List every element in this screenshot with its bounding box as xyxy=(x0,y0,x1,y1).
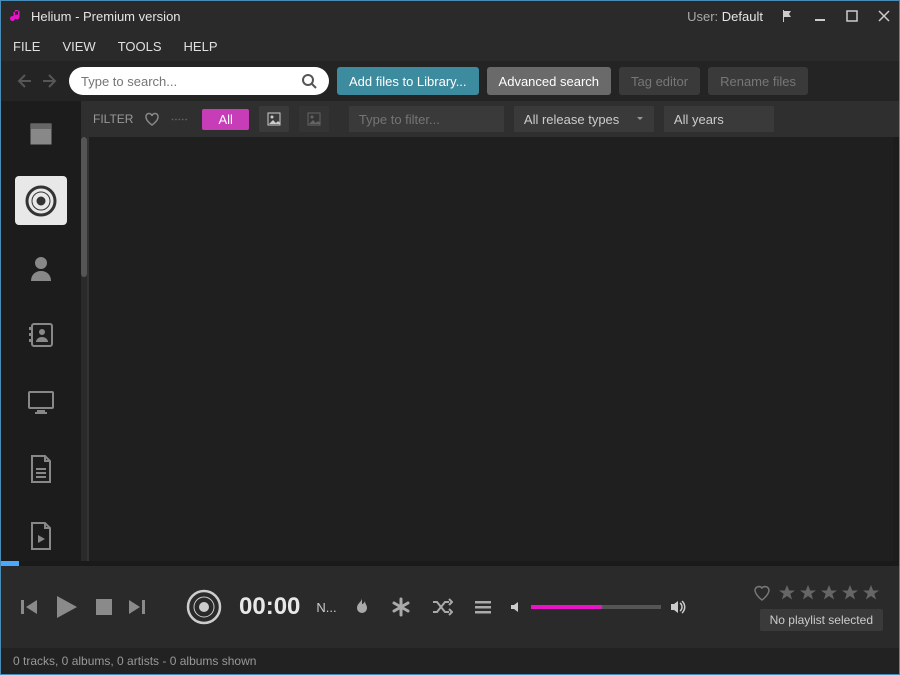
sidebar-albums[interactable] xyxy=(15,176,67,225)
volume-high-icon[interactable] xyxy=(669,599,687,615)
sidebar-playlist-file[interactable] xyxy=(15,512,67,561)
menu-view[interactable]: VIEW xyxy=(62,39,95,54)
now-playing-label: N... xyxy=(316,600,336,615)
search-input[interactable] xyxy=(81,74,301,89)
shuffle-icon[interactable] xyxy=(431,598,453,616)
sidebar-artists[interactable] xyxy=(15,243,67,292)
user-label: User: Default xyxy=(687,9,763,24)
advanced-search-button[interactable]: Advanced search xyxy=(487,67,611,95)
minimize-button[interactable] xyxy=(813,9,827,23)
maximize-button[interactable] xyxy=(845,9,859,23)
search-box[interactable] xyxy=(69,67,329,95)
sidebar xyxy=(1,101,81,561)
app-icon xyxy=(9,8,25,24)
filter-bar: FILTER All All release types All years xyxy=(81,101,899,137)
volume-low-icon[interactable] xyxy=(509,600,523,614)
rating-stars[interactable] xyxy=(778,584,883,602)
image-view-icon[interactable] xyxy=(259,106,289,132)
rating-filter[interactable] xyxy=(171,111,188,128)
favorite-icon[interactable] xyxy=(752,583,772,603)
image-view-alt-icon[interactable] xyxy=(299,106,329,132)
playlist-status: No playlist selected xyxy=(760,609,883,631)
prev-track-button[interactable] xyxy=(17,596,39,618)
disc-icon xyxy=(185,588,223,626)
toolbar: Add files to Library... Advanced search … xyxy=(1,61,899,101)
volume-fill xyxy=(531,605,603,609)
queue-icon[interactable] xyxy=(473,599,493,615)
window-title: Helium - Premium version xyxy=(31,9,181,24)
flag-icon[interactable] xyxy=(781,9,795,23)
menu-file[interactable]: FILE xyxy=(13,39,40,54)
asterisk-icon[interactable] xyxy=(391,597,411,617)
stop-button[interactable] xyxy=(93,596,115,618)
volume-slider[interactable] xyxy=(531,605,661,609)
play-button[interactable] xyxy=(51,592,81,622)
next-track-button[interactable] xyxy=(127,596,149,618)
status-bar: 0 tracks, 0 albums, 0 artists - 0 albums… xyxy=(1,648,899,674)
volume-control xyxy=(509,599,687,615)
heart-icon[interactable] xyxy=(143,110,161,128)
close-button[interactable] xyxy=(877,9,891,23)
search-icon[interactable] xyxy=(301,73,317,89)
nav-back-icon[interactable] xyxy=(13,71,33,91)
flame-icon[interactable] xyxy=(353,597,371,617)
time-display: 00:00 xyxy=(239,593,300,621)
years-dropdown[interactable]: All years xyxy=(664,106,774,132)
menu-bar: FILE VIEW TOOLS HELP xyxy=(1,31,899,61)
player: 00:00 N... xyxy=(1,566,899,648)
filter-label: FILTER xyxy=(93,112,133,126)
tag-editor-button: Tag editor xyxy=(619,67,700,95)
status-text: 0 tracks, 0 albums, 0 artists - 0 albums… xyxy=(13,654,256,668)
rename-files-button: Rename files xyxy=(708,67,808,95)
add-files-button[interactable]: Add files to Library... xyxy=(337,67,479,95)
tab-all[interactable]: All xyxy=(202,109,248,130)
sidebar-library[interactable] xyxy=(15,109,67,158)
sidebar-contacts[interactable] xyxy=(15,310,67,359)
release-types-dropdown[interactable]: All release types xyxy=(514,106,654,132)
sidebar-screen[interactable] xyxy=(15,378,67,427)
sidebar-document[interactable] xyxy=(15,445,67,494)
nav-forward-icon[interactable] xyxy=(41,71,61,91)
filter-input[interactable] xyxy=(349,106,504,132)
chevron-down-icon xyxy=(636,115,644,123)
menu-help[interactable]: HELP xyxy=(184,39,218,54)
menu-tools[interactable]: TOOLS xyxy=(118,39,162,54)
main-content xyxy=(87,137,893,561)
